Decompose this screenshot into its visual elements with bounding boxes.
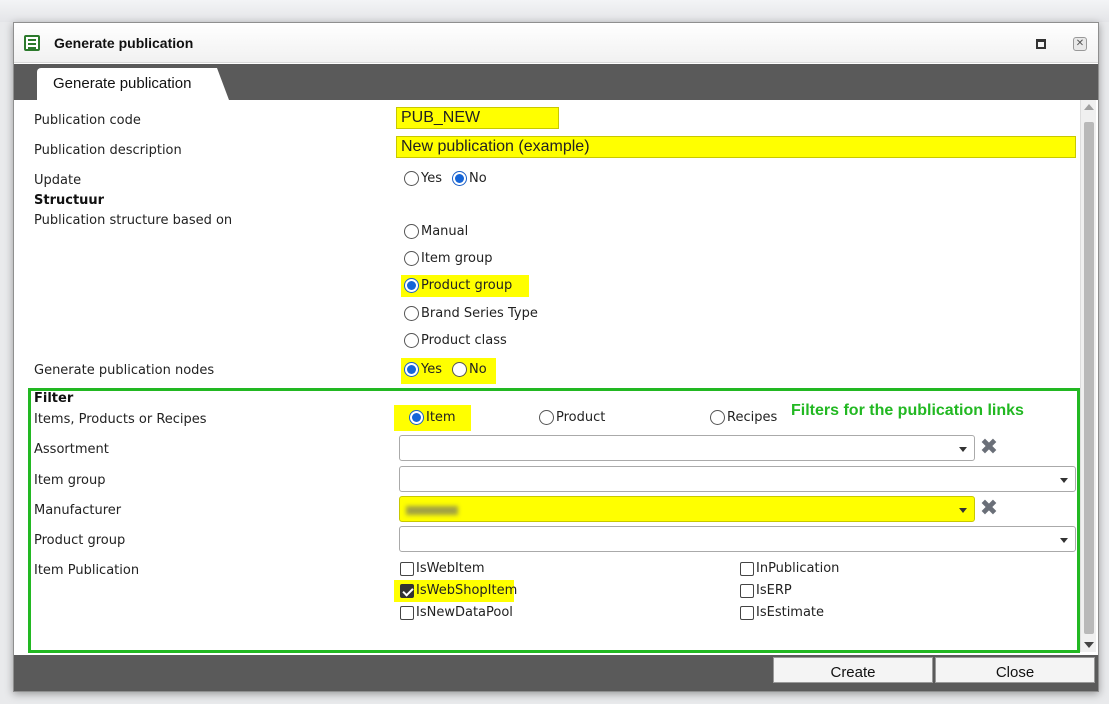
structure-item-group-radio[interactable]: Item group: [404, 251, 492, 266]
radio-button[interactable]: [539, 410, 554, 425]
filter-section-heading: Filter: [34, 391, 74, 406]
dialog-title: Generate publication: [54, 35, 194, 51]
chevron-down-icon[interactable]: [959, 447, 967, 452]
radio-button[interactable]: [452, 171, 467, 186]
scroll-thumb[interactable]: [1084, 122, 1094, 634]
dialog-titlebar[interactable]: Generate publication ✕: [14, 23, 1098, 63]
checkbox-label: IsWebItem: [416, 561, 485, 576]
option-label: Item group: [421, 251, 493, 266]
update-label: Update: [34, 173, 82, 188]
list-document-icon: [24, 35, 40, 51]
update-no-radio[interactable]: No: [452, 171, 487, 186]
maximize-icon[interactable]: [1036, 39, 1046, 49]
vertical-scrollbar[interactable]: [1080, 100, 1096, 652]
checkbox-label: IsERP: [756, 583, 792, 598]
structure-product-class-radio[interactable]: Product class: [404, 333, 507, 348]
option-label: Yes: [421, 362, 442, 377]
scroll-up-icon[interactable]: [1084, 104, 1094, 110]
tab-label: Generate publication: [53, 75, 192, 92]
radio-button[interactable]: [404, 362, 419, 377]
option-label: Product class: [421, 333, 507, 348]
option-label: No: [469, 362, 487, 377]
is-web-shop-item-checkbox[interactable]: IsWebShopItem: [400, 583, 517, 598]
clear-x-icon[interactable]: ✖: [978, 498, 1000, 520]
is-estimate-checkbox[interactable]: IsEstimate: [740, 605, 824, 620]
is-new-data-pool-checkbox[interactable]: IsNewDataPool: [400, 605, 513, 620]
publication-code-input[interactable]: PUB_NEW: [396, 107, 559, 129]
create-button[interactable]: Create: [773, 657, 933, 683]
filter-product-radio[interactable]: Product: [539, 410, 605, 425]
is-erp-checkbox[interactable]: IsERP: [740, 583, 792, 598]
radio-button[interactable]: [404, 171, 419, 186]
chevron-down-icon[interactable]: [959, 508, 967, 513]
structure-brand-series-type-radio[interactable]: Brand Series Type: [404, 306, 538, 321]
item-group-label: Item group: [34, 473, 106, 488]
checkbox[interactable]: [400, 583, 414, 598]
publication-code-label: Publication code: [34, 113, 141, 128]
dialog-footer: Create Close: [14, 655, 1098, 691]
blurred-manufacturer-value: [406, 506, 458, 515]
option-label: Manual: [421, 224, 469, 239]
structure-based-on-label: Publication structure based on: [34, 213, 233, 228]
checkbox[interactable]: [400, 605, 414, 620]
tab-generate-publication[interactable]: Generate publication: [37, 68, 229, 100]
radio-button[interactable]: [409, 410, 424, 425]
option-label: No: [469, 171, 487, 186]
checkbox[interactable]: [740, 583, 754, 598]
radio-button[interactable]: [710, 410, 725, 425]
checkbox-label: IsWebShopItem: [416, 583, 518, 598]
filter-annotation-note: Filters for the publication links: [791, 402, 1024, 419]
radio-button[interactable]: [404, 333, 419, 348]
radio-button[interactable]: [404, 278, 419, 293]
checkbox[interactable]: [740, 605, 754, 620]
assortment-label: Assortment: [34, 442, 109, 457]
manufacturer-label: Manufacturer: [34, 503, 122, 518]
radio-button[interactable]: [452, 362, 467, 377]
filter-recipes-radio[interactable]: Recipes: [710, 410, 777, 425]
radio-button[interactable]: [404, 251, 419, 266]
filter-item-radio[interactable]: Item: [409, 410, 456, 425]
radio-button[interactable]: [404, 224, 419, 239]
in-publication-checkbox[interactable]: InPublication: [740, 561, 839, 576]
structure-product-group-radio[interactable]: Product group: [404, 278, 512, 293]
generate-nodes-no-radio[interactable]: No: [452, 362, 487, 377]
checkbox[interactable]: [400, 561, 414, 576]
item-group-select[interactable]: [399, 466, 1076, 492]
background-strip: [0, 0, 1109, 22]
checkbox-label: IsNewDataPool: [416, 605, 513, 620]
item-publication-label: Item Publication: [34, 563, 140, 578]
checkbox[interactable]: [740, 561, 754, 576]
option-label: Recipes: [727, 410, 778, 425]
form-area: Publication code PUB_NEW Publication des…: [28, 100, 1080, 652]
option-label: Product group: [421, 278, 513, 293]
structure-manual-radio[interactable]: Manual: [404, 224, 468, 239]
publication-description-label: Publication description: [34, 143, 182, 158]
option-label: Brand Series Type: [421, 306, 538, 321]
generate-publication-dialog: Generate publication ✕ Generate publicat…: [13, 22, 1099, 692]
radio-button[interactable]: [404, 306, 419, 321]
close-button[interactable]: Close: [935, 657, 1095, 683]
close-window-icon[interactable]: ✕: [1073, 37, 1087, 51]
tab-bar: Generate publication: [14, 64, 1098, 100]
publication-description-input[interactable]: New publication (example): [396, 136, 1076, 158]
generate-nodes-label: Generate publication nodes: [34, 363, 215, 378]
product-group-label: Product group: [34, 533, 126, 548]
update-yes-radio[interactable]: Yes: [404, 171, 442, 186]
chevron-down-icon[interactable]: [1060, 478, 1068, 483]
generate-nodes-yes-radio[interactable]: Yes: [404, 362, 442, 377]
manufacturer-select[interactable]: [399, 496, 975, 522]
checkbox-label: IsEstimate: [756, 605, 825, 620]
checkbox-label: InPublication: [756, 561, 840, 576]
option-label: Product: [556, 410, 606, 425]
clear-x-icon[interactable]: ✖: [978, 437, 1000, 459]
chevron-down-icon[interactable]: [1060, 538, 1068, 543]
is-web-item-checkbox[interactable]: IsWebItem: [400, 561, 485, 576]
scroll-down-icon[interactable]: [1084, 642, 1094, 648]
structure-section-heading: Structuur: [34, 193, 105, 208]
assortment-select[interactable]: [399, 435, 975, 461]
items-products-recipes-label: Items, Products or Recipes: [34, 412, 207, 427]
option-label: Yes: [421, 171, 442, 186]
option-label: Item: [426, 410, 456, 425]
product-group-select[interactable]: [399, 526, 1076, 552]
